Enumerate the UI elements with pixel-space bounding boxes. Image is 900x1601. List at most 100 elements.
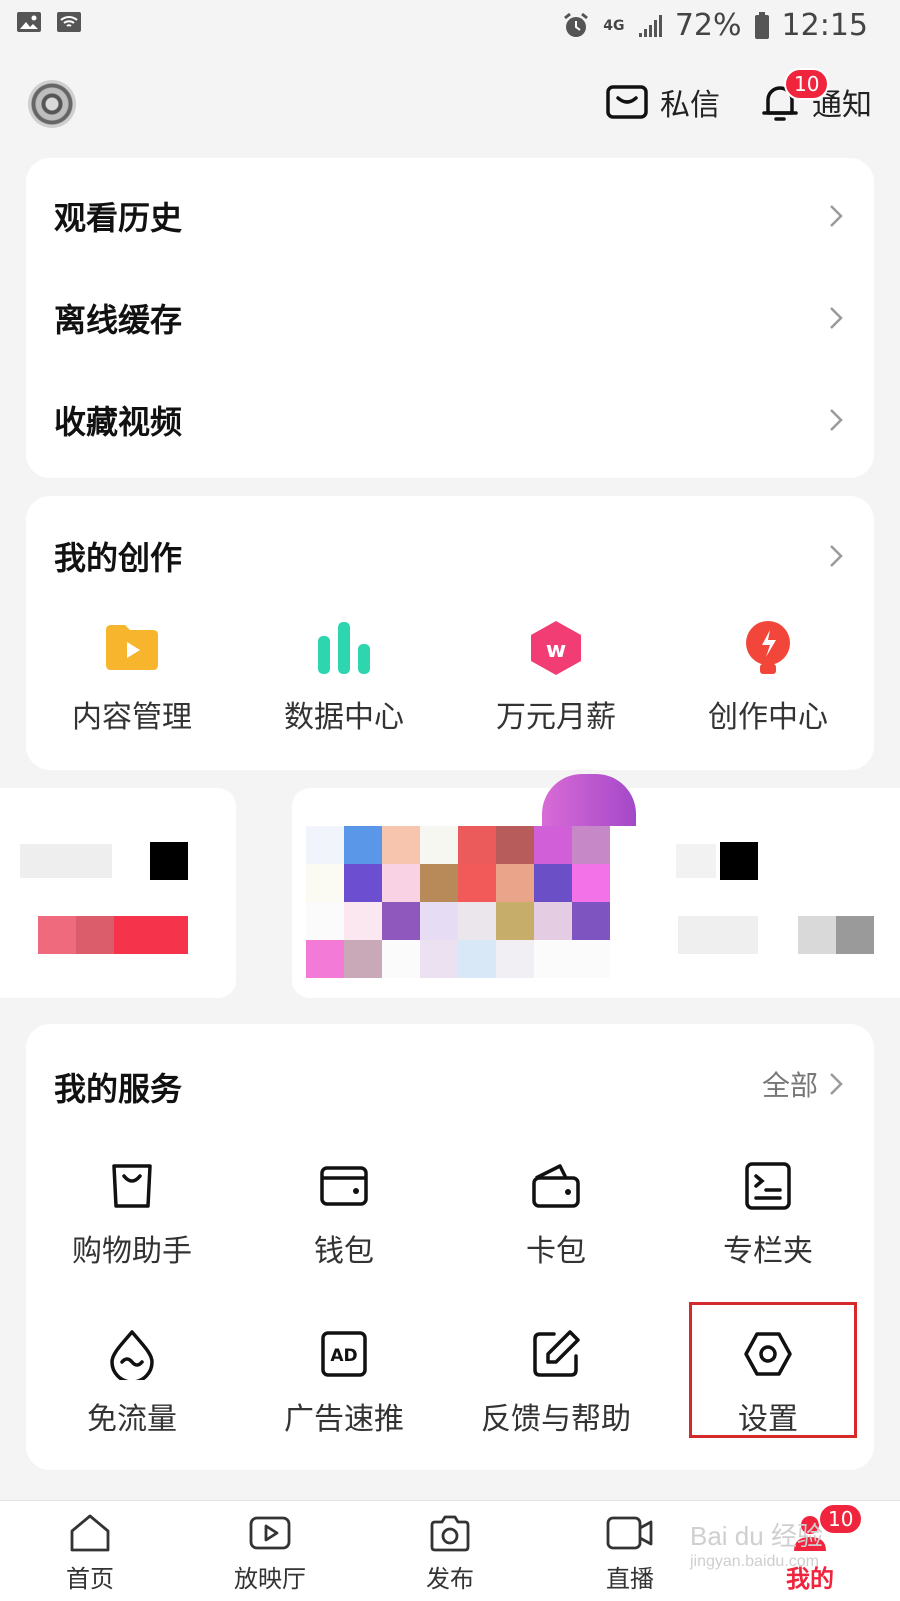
banner-mosaic-block (836, 916, 874, 954)
banner-mosaic-block (720, 842, 758, 880)
menu-row-saved-videos[interactable]: 收藏视频 (54, 390, 844, 450)
banner-mosaic-block (676, 844, 716, 878)
service-item-label: 反馈与帮助 (481, 1402, 631, 1437)
tab-label: 放映厅 (234, 1565, 306, 1593)
battery-icon (754, 11, 769, 39)
banner-illustration (542, 774, 636, 826)
banner-mosaic-block (114, 916, 188, 954)
menu-row-label: 离线缓存 (54, 301, 183, 339)
creation-item-salary[interactable]: w 万元月薪 (450, 618, 662, 736)
bar-chart-icon (318, 622, 370, 674)
creation-header[interactable]: 我的创作 (54, 526, 844, 586)
settings-highlight-box (689, 1302, 857, 1438)
gallery-icon (17, 12, 41, 32)
tab-home[interactable]: 首页 (0, 1501, 180, 1601)
chevron-right-icon (830, 307, 843, 329)
all-label: 全部 (761, 1069, 818, 1102)
watermark: Bai du 经验 jingyan.baidu.com (690, 1516, 823, 1571)
messages-button[interactable]: 私信 (606, 80, 720, 124)
banner-mosaic-block (20, 844, 112, 878)
chevron-right-icon (830, 205, 843, 227)
menu-row-offline-cache[interactable]: 离线缓存 (54, 288, 844, 348)
card-wallet-icon (532, 1164, 580, 1208)
creation-item-label: 万元月薪 (496, 700, 616, 735)
svg-text:w: w (546, 638, 566, 663)
service-item-label: 钱包 (314, 1234, 374, 1269)
edit-icon (533, 1330, 580, 1377)
creation-item-creator-center[interactable]: 创作中心 (662, 618, 874, 736)
promo-banner-right[interactable] (292, 774, 900, 998)
ad-icon: AD (321, 1331, 367, 1377)
chevron-right-icon (830, 545, 843, 567)
service-item-label: 卡包 (526, 1234, 586, 1269)
video-camera-icon (606, 1516, 653, 1550)
menu-row-watch-history[interactable]: 观看历史 (54, 186, 844, 246)
tab-theater[interactable]: 放映厅 (180, 1501, 360, 1601)
menu-row-label: 观看历史 (54, 199, 183, 237)
water-drop-icon (110, 1330, 154, 1380)
folder-play-icon (106, 625, 158, 670)
banner-mosaic-block (150, 842, 188, 880)
section-title: 我的创作 (54, 539, 183, 577)
svg-text:AD: AD (330, 1346, 357, 1366)
banner-mosaic (306, 826, 610, 978)
banner-mosaic-block (798, 916, 836, 954)
chevron-right-icon (830, 1073, 843, 1095)
services-grid-row-1: 购物助手 钱包 卡包 专栏夹 (26, 1160, 874, 1270)
creation-item-label: 数据中心 (284, 700, 404, 735)
messages-label: 私信 (660, 88, 720, 123)
avatar[interactable] (28, 80, 76, 128)
service-item-column-folder[interactable]: 专栏夹 (662, 1160, 874, 1270)
service-item-card-wallet[interactable]: 卡包 (450, 1160, 662, 1270)
home-icon (70, 1514, 110, 1552)
service-item-label: 专栏夹 (723, 1234, 813, 1269)
service-item-label: 免流量 (87, 1402, 177, 1437)
service-item-wallet[interactable]: 钱包 (238, 1160, 450, 1270)
service-item-label: 购物助手 (72, 1234, 192, 1269)
signal-icon (638, 14, 662, 37)
tab-label: 首页 (66, 1565, 114, 1593)
status-bar: 4G 72% 12:15 (0, 0, 900, 56)
creation-grid: 内容管理 数据中心 w 万元月薪 创作中心 (26, 618, 874, 736)
profile-header: 私信 通知 10 (0, 68, 900, 140)
promo-banner-left[interactable] (0, 788, 236, 998)
wifi-icon (57, 12, 81, 32)
services-all-link[interactable]: 全部 (762, 1064, 844, 1104)
wallet-icon (320, 1166, 368, 1206)
service-item-label: 广告速推 (284, 1402, 404, 1437)
tab-label: 直播 (606, 1565, 654, 1593)
watermark-text: Bai du 经验 (690, 1521, 823, 1551)
w-hexagon-icon: w (531, 621, 581, 675)
tab-label: 发布 (426, 1565, 474, 1593)
camera-icon (430, 1515, 470, 1552)
section-title: 我的服务 (54, 1070, 183, 1108)
tab-publish[interactable]: 发布 (360, 1501, 540, 1601)
history-card: 观看历史 离线缓存 收藏视频 (26, 158, 874, 478)
profile-tab-badge: 10 (818, 1503, 864, 1535)
chevron-right-icon (830, 409, 843, 431)
clock: 12:15 (781, 8, 868, 43)
menu-row-label: 收藏视频 (54, 403, 183, 441)
mail-icon (606, 85, 648, 119)
creation-item-label: 内容管理 (72, 700, 192, 735)
banner-mosaic-block (678, 916, 758, 954)
service-item-ad-boost[interactable]: AD 广告速推 (238, 1328, 450, 1438)
network-type: 4G (603, 17, 625, 34)
service-item-shopping[interactable]: 购物助手 (26, 1160, 238, 1270)
service-item-feedback[interactable]: 反馈与帮助 (450, 1328, 662, 1438)
column-folder-icon (745, 1162, 791, 1210)
battery-percent: 72% (674, 8, 742, 43)
creation-item-data[interactable]: 数据中心 (238, 618, 450, 736)
watermark-url: jingyan.baidu.com (690, 1553, 819, 1570)
banner-mosaic-block (38, 916, 76, 954)
creation-item-label: 创作中心 (708, 700, 828, 735)
play-screen-icon (249, 1516, 291, 1550)
banner-mosaic-block (76, 916, 114, 954)
alarm-icon (563, 12, 588, 37)
creation-item-content[interactable]: 内容管理 (26, 618, 238, 736)
lightbulb-icon (746, 621, 790, 674)
service-item-free-data[interactable]: 免流量 (26, 1328, 238, 1438)
notifications-button[interactable]: 通知 10 (760, 68, 872, 124)
notification-badge: 10 (784, 68, 830, 100)
shopping-bag-icon (112, 1164, 152, 1208)
